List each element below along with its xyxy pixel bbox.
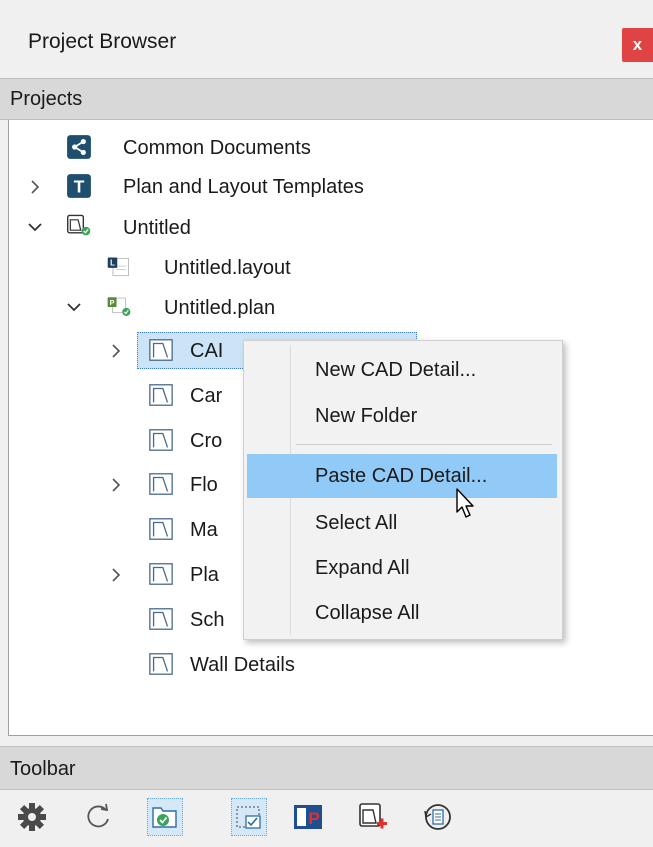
plan-icon: P (294, 805, 322, 829)
refresh-button[interactable] (80, 798, 116, 836)
svg-text:P: P (110, 298, 115, 307)
svg-text:P: P (308, 809, 319, 828)
folder-icon (149, 563, 173, 585)
tree-item-label: Untitled.plan (164, 297, 276, 319)
tree-item-label: Wall Details (190, 654, 295, 676)
projects-header-label: Projects (10, 88, 83, 110)
share-icon (67, 135, 91, 159)
refresh-icon (87, 803, 109, 828)
svg-text:T: T (74, 177, 85, 197)
menu-item-paste-cad-detail[interactable]: Paste CAD Detail... (247, 454, 557, 498)
tree-item-label: Untitled (123, 217, 191, 239)
select-folder-icon (236, 806, 261, 829)
select-folder-button[interactable] (231, 798, 267, 836)
folder-icon (149, 429, 173, 451)
menu-item-label: New CAD Detail... (315, 358, 477, 381)
chevron-down-icon[interactable] (27, 219, 43, 235)
tree-item-label: Plan and Layout Templates (123, 176, 364, 198)
menu-item-expand-all[interactable]: Expand All (247, 546, 557, 590)
open-folder-icon (152, 807, 177, 828)
context-menu: New CAD Detail... New Folder Paste CAD D… (243, 340, 563, 640)
history-icon (424, 804, 451, 830)
folder-icon (149, 653, 173, 675)
new-document-icon (359, 803, 387, 829)
tree-item-label: Common Documents (123, 137, 311, 159)
folder-icon (149, 384, 173, 406)
layout-file-icon: L (107, 257, 129, 277)
menu-item-label: Expand All (315, 556, 410, 579)
folder-icon (149, 608, 173, 630)
close-button[interactable]: x (622, 28, 653, 62)
chevron-down-icon[interactable] (66, 299, 82, 315)
tree-item-label: CAI (190, 340, 224, 362)
toolbar: P (0, 790, 653, 847)
project-icon (67, 214, 91, 236)
menu-item-select-all[interactable]: Select All (247, 501, 557, 545)
window-title: Project Browser (28, 30, 177, 53)
folder-icon (149, 473, 173, 495)
menu-item-label: New Folder (315, 404, 418, 427)
template-icon: T (67, 174, 91, 198)
folder-icon (149, 518, 173, 540)
tree-item-label: Untitled.layout (164, 257, 291, 279)
new-document-button[interactable] (355, 798, 391, 836)
gear-icon (18, 803, 46, 831)
tree-item-label: Cro (190, 430, 223, 452)
tree-item-label: Pla (190, 564, 219, 586)
mouse-cursor-icon (456, 488, 474, 518)
plan-file-icon: P (107, 297, 131, 316)
projects-section-header: Projects (0, 78, 653, 120)
title-bar: Project Browser x (0, 0, 653, 78)
chevron-right-icon[interactable] (108, 567, 124, 583)
toolbar-header-label: Toolbar (10, 758, 76, 780)
chevron-right-icon[interactable] (27, 179, 43, 195)
menu-item-label: Collapse All (315, 601, 420, 624)
plan-button[interactable]: P (290, 798, 326, 836)
toolbar-section-header: Toolbar (0, 746, 653, 790)
folder-icon (149, 339, 173, 361)
menu-separator (296, 444, 552, 445)
menu-item-new-cad-detail[interactable]: New CAD Detail... (247, 348, 557, 392)
menu-item-label: Select All (315, 511, 398, 534)
tree-item-label: Flo (190, 474, 218, 496)
open-folder-button[interactable] (147, 798, 183, 836)
tree-item-label: Sch (190, 609, 225, 631)
chevron-right-icon[interactable] (108, 477, 124, 493)
project-browser-panel: Project Browser x Projects Common Docume… (0, 0, 653, 847)
chevron-right-icon[interactable] (108, 343, 124, 359)
svg-text:L: L (110, 259, 115, 268)
tree-item-label: Car (190, 385, 223, 407)
menu-item-new-folder[interactable]: New Folder (247, 394, 557, 438)
settings-button[interactable] (14, 798, 50, 836)
menu-item-label: Paste CAD Detail... (315, 464, 488, 487)
history-button[interactable] (420, 798, 456, 836)
tree-item-label: Ma (190, 519, 218, 541)
menu-item-collapse-all[interactable]: Collapse All (247, 591, 557, 635)
